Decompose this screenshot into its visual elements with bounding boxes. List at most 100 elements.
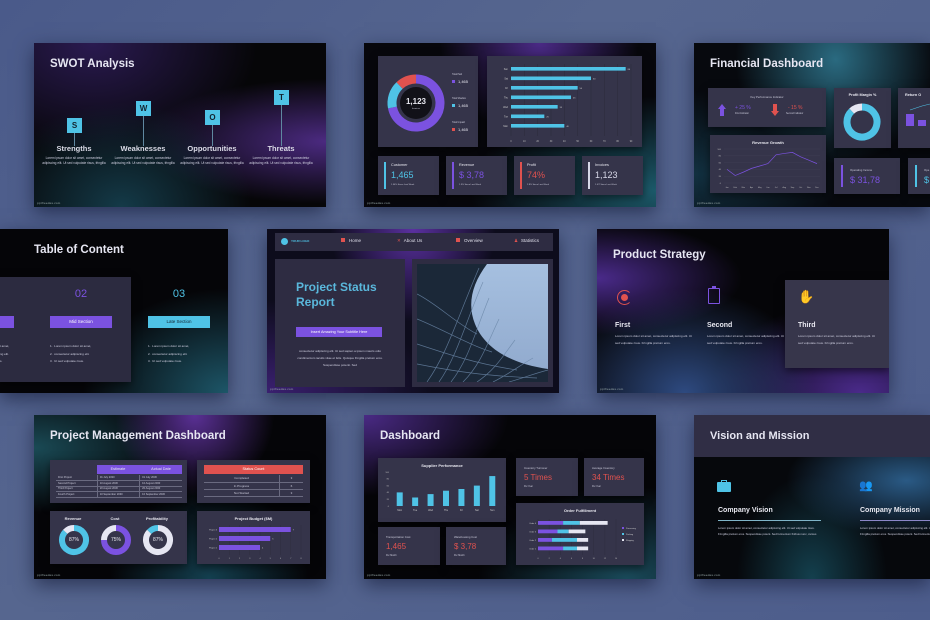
strategy-item-second: Second Lorem ipsum dolor sit amet, conse… [707, 322, 785, 347]
logo-text: YOUR LOGO [291, 239, 310, 243]
month-label: Aug [782, 186, 786, 189]
swot-item-opportunities: Opportunities Lorem ipsum dolor sit amet… [180, 144, 244, 166]
legend-item: Total Paid 1,465 [452, 74, 478, 98]
column-header: Actual Date [151, 467, 171, 471]
bar [511, 86, 578, 90]
vision-item: Company Vision Lorem ipsum dolor sit ame… [718, 507, 821, 538]
watermark: pptfreedes.com [600, 387, 624, 391]
kpi-value: 34 Times [592, 473, 625, 482]
briefcase-icon [717, 482, 731, 492]
kpi-value: 1,123 [595, 170, 618, 180]
tick-label: 0 [720, 183, 722, 185]
nav-overview[interactable]: Overview [456, 238, 483, 243]
accent-bar [452, 162, 454, 189]
category-label: Mon [503, 125, 508, 128]
month-label: Feb [733, 187, 737, 189]
arrow-up-shaft [720, 109, 724, 116]
warehousing-cost-card: Warehousing Cost $ 3,78 Per Month [446, 527, 506, 565]
status-row: Not Started 3 [204, 489, 303, 497]
slide-sales-dashboard[interactable]: 1,123 Invoices Total Paid 1,465 Total Sha… [364, 43, 656, 207]
legend-swatch [452, 128, 455, 131]
nav-about-us[interactable]: ✕ About Us [397, 238, 422, 244]
bar [443, 490, 449, 506]
tick-label: 20 [536, 141, 539, 143]
arrow-down-shaft [773, 104, 777, 111]
image-panel [412, 259, 553, 387]
section-pill[interactable]: Mid Section [50, 316, 112, 328]
month-label: Dec [815, 187, 819, 189]
strategy-heading: First [615, 322, 631, 329]
kpi-title: Key Performance Indicator [750, 95, 784, 99]
slide-project-status-report[interactable]: YOUR LOGO Home ✕ About Us Overview ♟ Stati… [267, 229, 559, 393]
kpi-label: Profit [527, 163, 536, 167]
slide-dashboard[interactable]: Dashboard Supplier Performance 100 80 60 40… [364, 415, 656, 579]
kpi-sub: Per Month [454, 555, 465, 557]
kpi-up-label: First Indicator [735, 113, 749, 115]
bar [427, 494, 434, 506]
hand-icon: ✋ [798, 289, 815, 304]
transportation-cost-card: Transportation Cost 1,465 Per Month [378, 527, 440, 565]
bar-segment [557, 529, 569, 534]
return-line [909, 103, 930, 111]
slide-title: SWOT Analysis [50, 58, 135, 70]
donut-center-value: 1,123 [405, 97, 427, 106]
strategy-heading: Third [798, 322, 816, 329]
nav-home[interactable]: Home [341, 238, 361, 243]
data-label: 40 [566, 126, 569, 128]
clipboard-clip [712, 286, 716, 289]
section-pill[interactable]: Late Section [148, 316, 210, 328]
swot-letter-t: T [274, 90, 289, 105]
swot-body: Lorem ipsum dolor sit amet, consectetur … [111, 156, 175, 165]
tick-label: 40 [719, 169, 722, 171]
slide-project-management-dashboard[interactable]: Project Management Dashboard Estimate Ac… [34, 415, 326, 579]
tick-label: 100 [385, 472, 389, 474]
bar-segment [579, 521, 608, 525]
donut-segment [843, 103, 881, 141]
category-label: Thu [444, 509, 449, 512]
category-label: Order 4 [529, 523, 537, 525]
category-label: Sun [504, 68, 509, 71]
nav-statistics[interactable]: ♟ Statistics [514, 238, 539, 244]
strategy-item-third: Third Lorem ipsum dolor sit amet, consec… [798, 322, 876, 347]
slide-table-of-content[interactable]: Table of Content t amet, ng elit. s. 02 … [0, 229, 228, 393]
swot-item-threats: Threats Lorem ipsum dolor sit amet, cons… [249, 144, 313, 166]
divider [718, 520, 821, 521]
category-label: Thu [504, 97, 509, 100]
tick-label: 80 [387, 479, 390, 481]
tick-label: 4 [560, 558, 562, 560]
operating-income-card: Operating Income $ 31,78 [834, 158, 900, 194]
tick-label: 6 [571, 558, 573, 560]
subtitle-button[interactable]: Insert Amazing Your Subtitle Here [296, 327, 382, 337]
bar [396, 492, 403, 506]
donut-label: Cost [110, 516, 120, 521]
kpi-label: Customer [391, 163, 408, 167]
donut-value: 87% [68, 537, 79, 543]
slide-financial-dashboard[interactable]: Financial Dashboard Key Performance Indi… [694, 43, 930, 207]
status-row: Completed 3 [204, 475, 303, 483]
legend-item: Total Unpaid 1,465 [452, 122, 478, 146]
tick-label: 40 [387, 492, 390, 494]
accent-bar [520, 162, 522, 189]
operating-cut-card: Ope $ [908, 158, 930, 194]
slide-product-strategy[interactable]: Product Strategy ✋ First Lorem ipsum dol… [597, 229, 889, 393]
swot-letter-w: W [136, 101, 151, 116]
bar-segment [568, 529, 586, 534]
partial-list: t amet, ng elit. s. [0, 343, 9, 366]
kpi-label: Average Inventory [592, 466, 615, 470]
tick-label: 60 [590, 141, 593, 143]
bar-segment [538, 529, 558, 534]
swot-heading: Threats [267, 144, 295, 153]
bar-segment [538, 521, 564, 525]
report-title: Project Status Report [296, 280, 377, 309]
bar-segment [577, 546, 589, 551]
donut-segment [849, 103, 863, 114]
bar-segment [563, 546, 577, 551]
slide-swot-analysis[interactable]: SWOT Analysis S Strengths Lorem ipsum do… [34, 43, 326, 207]
slide-vision-and-mission[interactable]: Vision and Mission 👥 Company Vision Lore… [694, 415, 930, 579]
kpi-card-revenue: Revenue $ 3,78 1.3% Since Last Week [446, 156, 507, 195]
month-label: May [758, 187, 762, 189]
divider [860, 520, 930, 521]
mission-body: Lorem ipsum dolor sit amet, consectetur … [860, 525, 930, 537]
legend-label: Shipping [626, 540, 634, 542]
overview-icon [456, 238, 460, 242]
